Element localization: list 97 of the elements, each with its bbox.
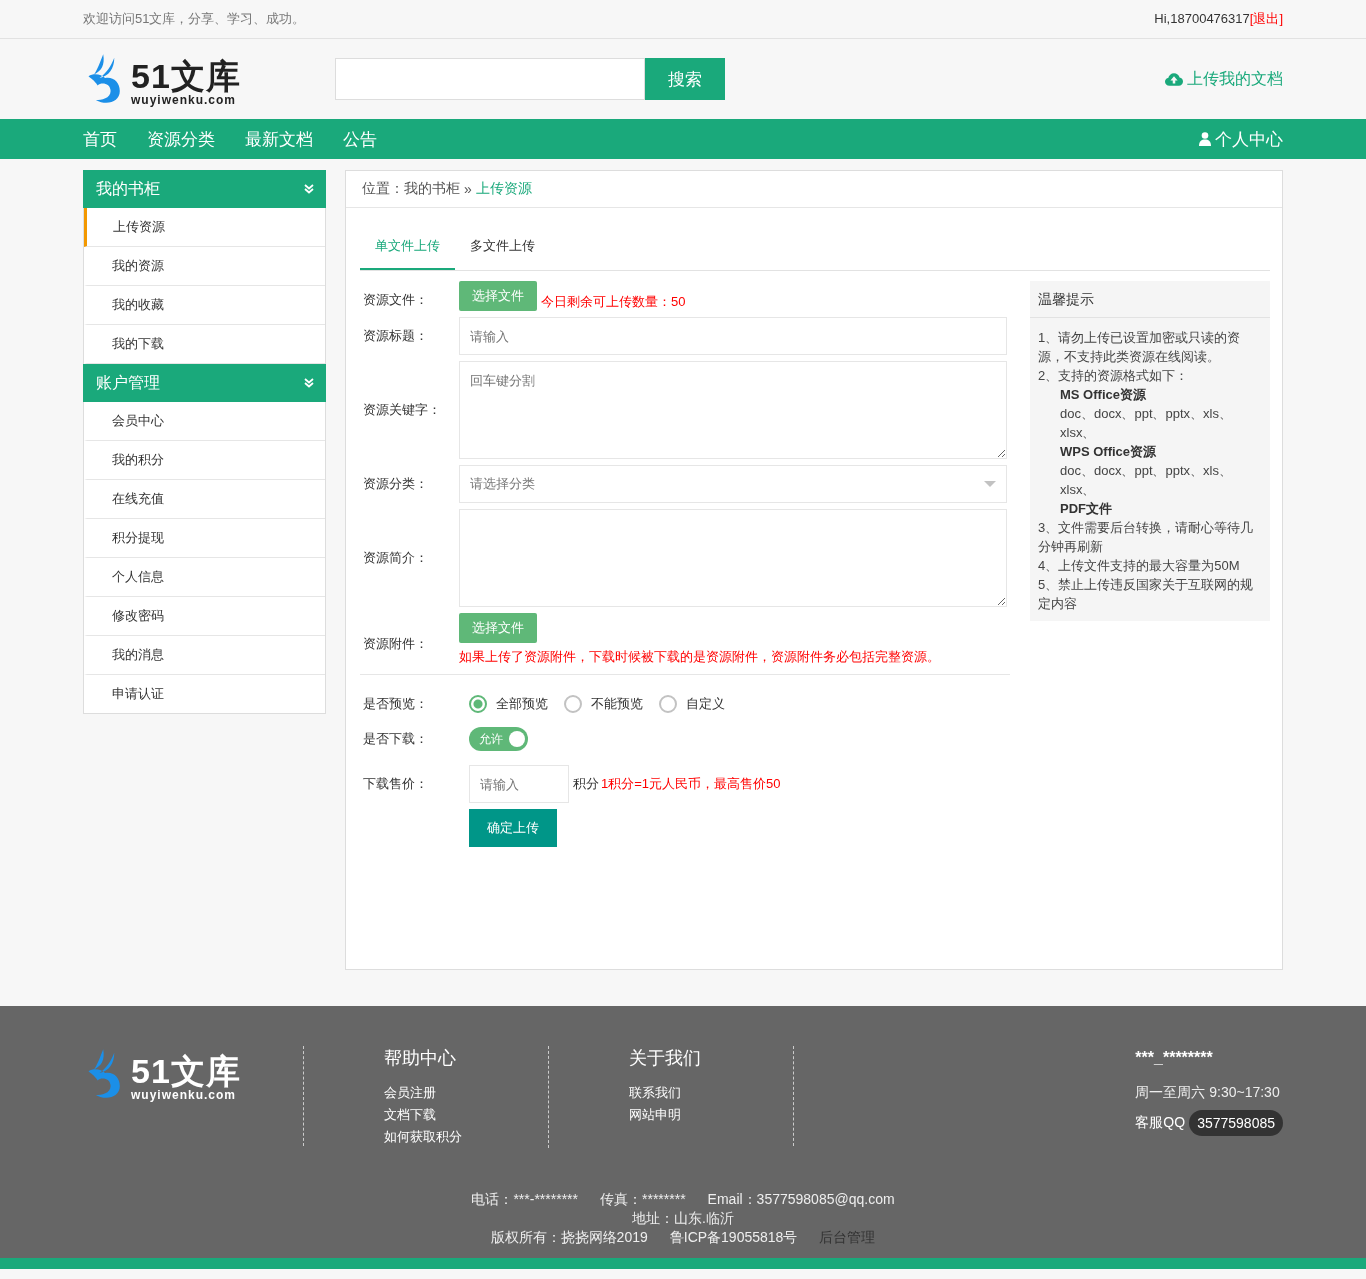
user-center-link[interactable]: 个人中心 bbox=[1199, 127, 1283, 151]
sidebar-item[interactable]: 修改密码 bbox=[84, 597, 325, 636]
field-label: 资源附件： bbox=[363, 634, 428, 653]
field-label: 资源文件： bbox=[363, 291, 428, 309]
tips-heading: WPS Office资源 bbox=[1059, 443, 1158, 461]
attachment-note: 如果上传了资源附件，下载时候被下载的是资源附件，资源附件务必包括完整资源。 bbox=[459, 648, 940, 666]
breadcrumb-link[interactable]: 我的书柜 bbox=[404, 180, 460, 198]
text-area[interactable] bbox=[459, 509, 1007, 607]
category-select[interactable]: 请选择分类 bbox=[459, 465, 1007, 503]
footer-link[interactable]: 文档下载 bbox=[384, 1104, 548, 1126]
unit-label: 积分 bbox=[573, 775, 599, 793]
field-label: 是否预览： bbox=[363, 695, 428, 713]
footer-link[interactable]: 联系我们 bbox=[629, 1082, 793, 1104]
radio-label: 不能预览 bbox=[591, 695, 643, 713]
footer-info: 电话：***-******** bbox=[471, 1190, 578, 1209]
price-note: 1积分=1元人民币，最高售价50 bbox=[601, 775, 781, 793]
field-label: 资源标题： bbox=[363, 327, 428, 345]
tab[interactable]: 多文件上传 bbox=[455, 232, 550, 268]
sidebar-item[interactable]: 我的积分 bbox=[84, 441, 325, 480]
footer-heading: 帮助中心 bbox=[384, 1047, 457, 1070]
nav-link[interactable]: 资源分类 bbox=[147, 127, 215, 151]
search-button[interactable]: 搜索 bbox=[644, 58, 725, 100]
footer-info: 鲁ICP备19055818号 bbox=[669, 1228, 798, 1247]
field-label: 下载售价： bbox=[363, 775, 428, 793]
sidebar-item[interactable]: 申请认证 bbox=[84, 675, 325, 713]
tips-text: 4、上传文件支持的最大容量为50M bbox=[1038, 557, 1241, 575]
tab[interactable]: 单文件上传 bbox=[360, 232, 455, 270]
sidebar-section-header[interactable]: 账户管理 bbox=[83, 364, 326, 402]
logout-link[interactable]: [退出] bbox=[1249, 11, 1283, 26]
field-label: 资源关键字： bbox=[363, 401, 441, 419]
field-label: 是否下载： bbox=[363, 730, 428, 748]
footer-info: 地址：山东.临沂 bbox=[632, 1209, 734, 1228]
cloud-upload-icon bbox=[1165, 72, 1183, 86]
tips-title: 温馨提示 bbox=[1030, 281, 1270, 318]
field-label: 资源分类： bbox=[363, 475, 428, 493]
radio-button[interactable] bbox=[469, 695, 487, 713]
radio-button[interactable] bbox=[659, 695, 677, 713]
welcome-text: 欢迎访问51文库，分享、学习、成功。 bbox=[83, 10, 306, 28]
footer-heading: 关于我们 bbox=[629, 1047, 702, 1070]
tips-text: 1、请勿上传已设置加密或只读的资源，不支持此类资源在线阅读。 bbox=[1038, 329, 1242, 366]
service-hours: 周一至周六 9:30~17:30 bbox=[1135, 1084, 1280, 1102]
radio-label: 自定义 bbox=[686, 695, 725, 713]
sidebar-item[interactable]: 我的收藏 bbox=[84, 286, 325, 325]
upload-link[interactable]: 上传我的文档 bbox=[1165, 68, 1283, 90]
logo-domain[interactable]: wuyiwenku.com bbox=[131, 94, 241, 107]
radio-option[interactable]: 全部预览 bbox=[469, 695, 548, 713]
sidebar-item[interactable]: 上传资源 bbox=[84, 208, 325, 247]
logo-domain[interactable]: wuyiwenku.com bbox=[131, 1089, 241, 1102]
tips-text: doc、docx、ppt、pptx、xls、xlsx、 bbox=[1059, 405, 1233, 442]
submit-button[interactable]: 确定上传 bbox=[469, 809, 557, 847]
breadcrumb-current[interactable]: 上传资源 bbox=[475, 180, 532, 198]
nav-link[interactable]: 最新文档 bbox=[245, 127, 313, 151]
breadcrumb-separator: » bbox=[464, 181, 472, 197]
field-label: 资源简介： bbox=[363, 549, 428, 567]
logo-name[interactable]: 51文库 bbox=[131, 1053, 241, 1089]
sidebar-item[interactable]: 个人信息 bbox=[84, 558, 325, 597]
tips-heading: MS Office资源 bbox=[1059, 386, 1147, 404]
dropdown-caret-icon bbox=[984, 481, 996, 487]
price-input[interactable]: 请输入 bbox=[469, 765, 569, 803]
sidebar-item[interactable]: 积分提现 bbox=[84, 519, 325, 558]
sidebar-item[interactable]: 会员中心 bbox=[84, 402, 325, 441]
tips-text: 5、禁止上传违反国家关于互联网的规定内容 bbox=[1038, 576, 1255, 613]
section-title: 我的书柜 bbox=[96, 178, 160, 199]
title-input[interactable]: 请输入 bbox=[459, 317, 1007, 355]
sidebar-item[interactable]: 我的资源 bbox=[84, 247, 325, 286]
text-area[interactable]: 回车键分割 bbox=[459, 361, 1007, 459]
footer-info: Email：3577598085@qq.com bbox=[707, 1190, 895, 1209]
footer-link[interactable]: 如何获取积分 bbox=[384, 1126, 548, 1148]
nav-link[interactable]: 首页 bbox=[83, 127, 117, 151]
radio-button[interactable] bbox=[564, 695, 582, 713]
radio-option[interactable]: 自定义 bbox=[659, 695, 725, 713]
qq-label: 客服QQ bbox=[1135, 1114, 1186, 1132]
upload-quota-note: 今日剩余可上传数量：50 bbox=[541, 293, 686, 311]
tips-heading: PDF文件 bbox=[1059, 500, 1113, 518]
tips-text: 2、支持的资源格式如下： bbox=[1038, 367, 1190, 385]
sidebar-item[interactable]: 在线充值 bbox=[84, 480, 325, 519]
footer-link[interactable]: 网站申明 bbox=[629, 1104, 793, 1126]
qq-number: 3577598085 bbox=[1189, 1110, 1283, 1136]
breadcrumb-label: 位置： bbox=[362, 180, 404, 198]
user-icon bbox=[1199, 132, 1211, 146]
radio-label: 全部预览 bbox=[496, 695, 548, 713]
double-chevron-down-icon bbox=[304, 184, 314, 194]
search-field[interactable] bbox=[334, 58, 645, 100]
phone-number: ***_******** bbox=[1135, 1049, 1213, 1067]
section-title: 账户管理 bbox=[96, 372, 160, 393]
tips-text: doc、docx、ppt、pptx、xls、xlsx、 bbox=[1059, 462, 1233, 499]
sidebar-section-header[interactable]: 我的书柜 bbox=[83, 170, 326, 208]
footer-link[interactable]: 会员注册 bbox=[384, 1082, 548, 1104]
double-chevron-down-icon bbox=[304, 378, 314, 388]
user-greeting: Hi,18700476317 bbox=[1154, 11, 1250, 26]
footer-info: 传真：******** bbox=[600, 1190, 686, 1209]
radio-option[interactable]: 不能预览 bbox=[564, 695, 643, 713]
tips-text: 3、文件需要后台转换，请耐心等待几分钟再刷新 bbox=[1038, 519, 1255, 556]
nav-link[interactable]: 公告 bbox=[343, 127, 377, 151]
footer-info: 版权所有：挠挠网络2019 bbox=[490, 1228, 648, 1247]
logo-name[interactable]: 51文库 bbox=[131, 58, 241, 94]
sidebar-item[interactable]: 我的消息 bbox=[84, 636, 325, 675]
